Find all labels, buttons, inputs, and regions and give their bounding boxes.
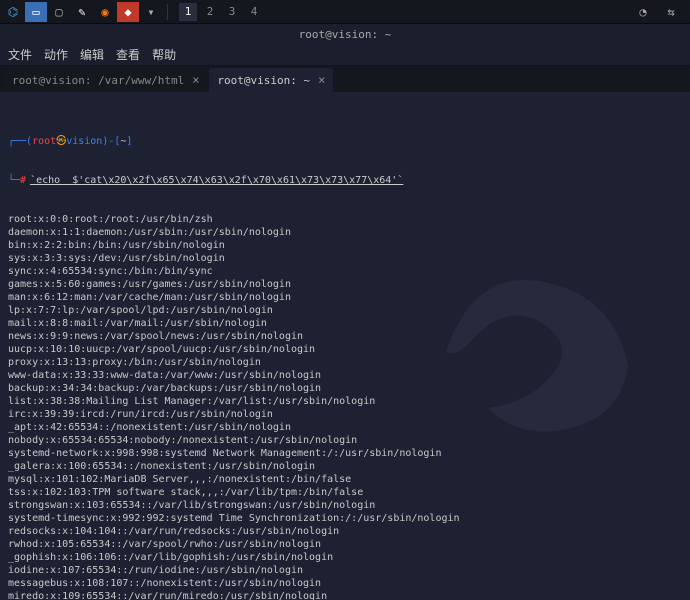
- files-icon[interactable]: ▭: [25, 2, 47, 22]
- window-title: root@vision: ~: [299, 28, 392, 41]
- output-line: list:x:38:38:Mailing List Manager:/var/l…: [8, 395, 682, 408]
- terminal-window: root@vision: ~ 文件 动作 编辑 查看 帮助 root@visio…: [0, 24, 690, 600]
- separator: [167, 4, 168, 20]
- window-titlebar[interactable]: root@vision: ~: [0, 24, 690, 44]
- close-icon[interactable]: ×: [318, 73, 325, 87]
- output-line: miredo:x:109:65534::/var/run/miredo:/usr…: [8, 590, 682, 600]
- tabbar: root@vision: /var/www/html × root@vision…: [0, 66, 690, 92]
- tab-1-label: root@vision: ~: [217, 74, 310, 87]
- output-line: news:x:9:9:news:/var/spool/news:/usr/sbi…: [8, 330, 682, 343]
- tab-0-label: root@vision: /var/www/html: [12, 74, 184, 87]
- output-line: _galera:x:100:65534::/nonexistent:/usr/s…: [8, 460, 682, 473]
- output-line: mail:x:8:8:mail:/var/mail:/usr/sbin/nolo…: [8, 317, 682, 330]
- output-line: systemd-network:x:998:998:systemd Networ…: [8, 447, 682, 460]
- output-line: uucp:x:10:10:uucp:/var/spool/uucp:/usr/s…: [8, 343, 682, 356]
- kali-icon[interactable]: ⌬: [2, 2, 24, 22]
- taskbar-right: ◔ ⇆: [632, 2, 690, 22]
- taskbar: ⌬ ▭ ▢ ✎ ◉ ◆ ▾ 1 2 3 4 ◔ ⇆: [0, 0, 690, 24]
- output-line: _gophish:x:106:106::/var/lib/gophish:/us…: [8, 551, 682, 564]
- menu-view[interactable]: 查看: [116, 46, 140, 63]
- output-line: rwhod:x:105:65534::/var/spool/rwho:/usr/…: [8, 538, 682, 551]
- menu-edit[interactable]: 编辑: [80, 46, 104, 63]
- output-line: tss:x:102:103:TPM software stack,,,:/var…: [8, 486, 682, 499]
- output-line: irc:x:39:39:ircd:/run/ircd:/usr/sbin/nol…: [8, 408, 682, 421]
- close-icon[interactable]: ×: [192, 73, 199, 87]
- desk-3[interactable]: 3: [223, 3, 241, 21]
- command-text: `echo $'cat\x20\x2f\x65\x74\x63\x2f\x70\…: [30, 174, 403, 187]
- output-line: nobody:x:65534:65534:nobody:/nonexistent…: [8, 434, 682, 447]
- desktop-switcher: 1 2 3 4: [179, 3, 263, 21]
- tab-0[interactable]: root@vision: /var/www/html ×: [4, 68, 207, 92]
- prompt-line-1: ┌──(root㉿vision)-[~]: [8, 135, 682, 148]
- output-line: games:x:5:60:games:/usr/games:/usr/sbin/…: [8, 278, 682, 291]
- output-line: proxy:x:13:13:proxy:/bin:/usr/sbin/nolog…: [8, 356, 682, 369]
- menu-file[interactable]: 文件: [8, 46, 32, 63]
- output-line: sys:x:3:3:sys:/dev:/usr/sbin/nologin: [8, 252, 682, 265]
- prompt-host: vision: [66, 135, 102, 148]
- output-line: systemd-timesync:x:992:992:systemd Time …: [8, 512, 682, 525]
- output-line: iodine:x:107:65534::/run/iodine:/usr/sbi…: [8, 564, 682, 577]
- taskbar-left: ⌬ ▭ ▢ ✎ ◉ ◆ ▾ 1 2 3 4: [0, 2, 263, 22]
- output-line: www-data:x:33:33:www-data:/var/www:/usr/…: [8, 369, 682, 382]
- terminal-viewport[interactable]: ┌──(root㉿vision)-[~] └─# `echo $'cat\x20…: [0, 92, 690, 600]
- output-line: _apt:x:42:65534::/nonexistent:/usr/sbin/…: [8, 421, 682, 434]
- notify-icon[interactable]: ◔: [632, 2, 654, 22]
- terminal-output: root:x:0:0:root:/root:/usr/bin/zshdaemon…: [8, 213, 682, 600]
- prompt-symbol: #: [20, 174, 26, 187]
- output-line: sync:x:4:65534:sync:/bin:/bin/sync: [8, 265, 682, 278]
- output-line: daemon:x:1:1:daemon:/usr/sbin:/usr/sbin/…: [8, 226, 682, 239]
- firefox-icon[interactable]: ◉: [94, 2, 116, 22]
- output-line: bin:x:2:2:bin:/bin:/usr/sbin/nologin: [8, 239, 682, 252]
- output-line: mysql:x:101:102:MariaDB Server,,,:/nonex…: [8, 473, 682, 486]
- prompt-line-2: └─# `echo $'cat\x20\x2f\x65\x74\x63\x2f\…: [8, 174, 682, 187]
- output-line: redsocks:x:104:104::/var/run/redsocks:/u…: [8, 525, 682, 538]
- dropdown-icon[interactable]: ▾: [140, 2, 162, 22]
- desk-1[interactable]: 1: [179, 3, 197, 21]
- menu-action[interactable]: 动作: [44, 46, 68, 63]
- output-line: backup:x:34:34:backup:/var/backups:/usr/…: [8, 382, 682, 395]
- menu-help[interactable]: 帮助: [152, 46, 176, 63]
- record-icon[interactable]: ◆: [117, 2, 139, 22]
- text-icon[interactable]: ✎: [71, 2, 93, 22]
- output-line: messagebus:x:108:107::/nonexistent:/usr/…: [8, 577, 682, 590]
- output-line: root:x:0:0:root:/root:/usr/bin/zsh: [8, 213, 682, 226]
- output-line: lp:x:7:7:lp:/var/spool/lpd:/usr/sbin/nol…: [8, 304, 682, 317]
- prompt-user: root: [32, 135, 56, 148]
- output-line: strongswan:x:103:65534::/var/lib/strongs…: [8, 499, 682, 512]
- desk-2[interactable]: 2: [201, 3, 219, 21]
- tab-1[interactable]: root@vision: ~ ×: [209, 68, 333, 92]
- output-line: man:x:6:12:man:/var/cache/man:/usr/sbin/…: [8, 291, 682, 304]
- terminal-icon[interactable]: ▢: [48, 2, 70, 22]
- menubar: 文件 动作 编辑 查看 帮助: [0, 44, 690, 66]
- desk-4[interactable]: 4: [245, 3, 263, 21]
- switch-icon[interactable]: ⇆: [660, 2, 682, 22]
